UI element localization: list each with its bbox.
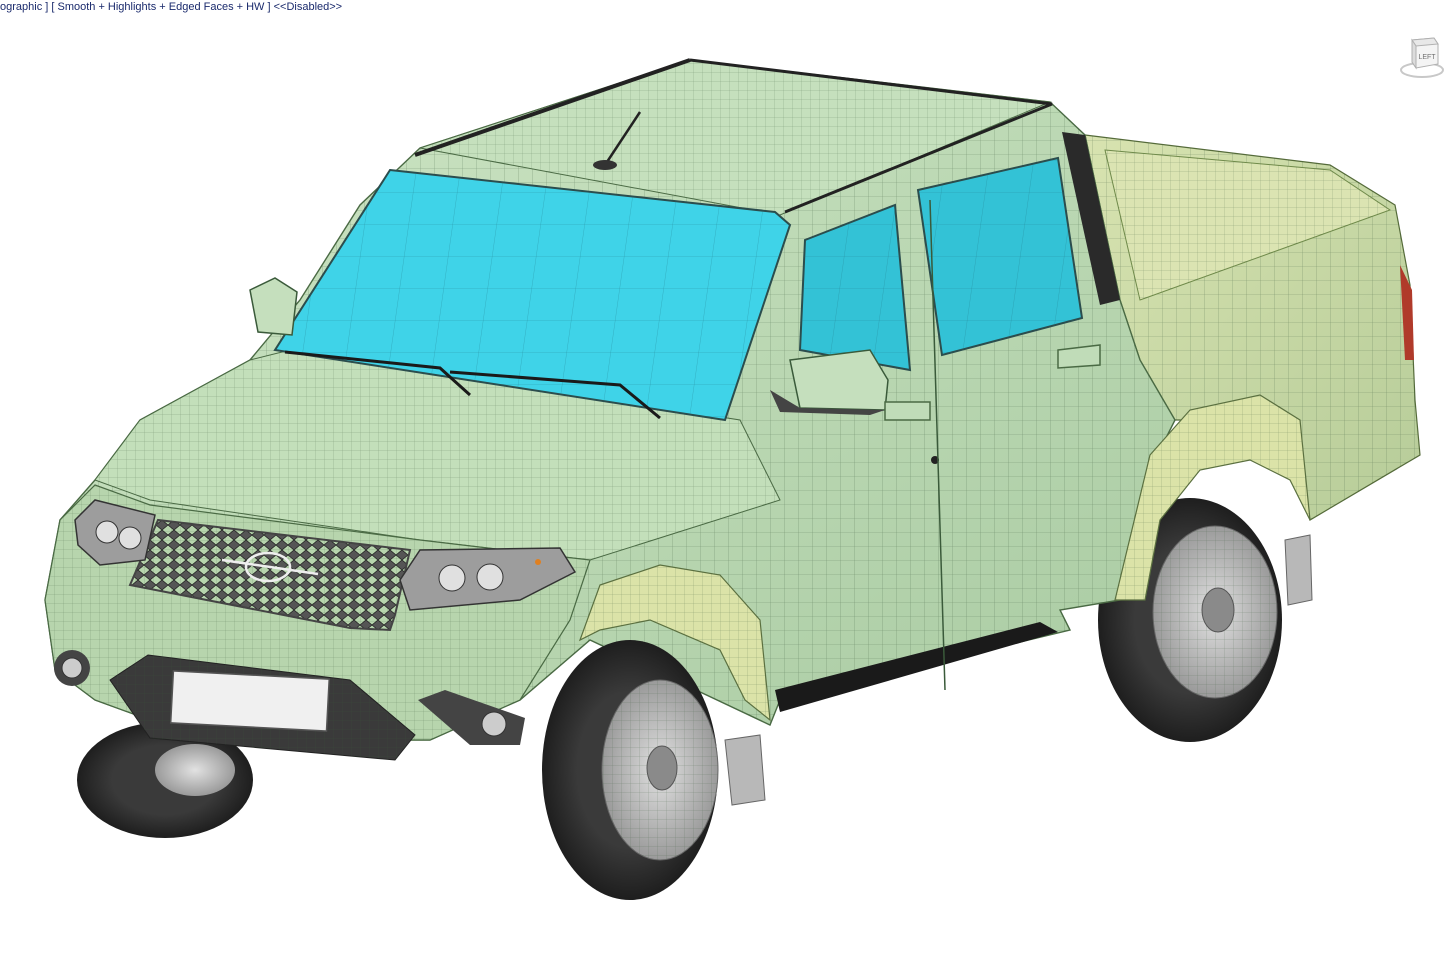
license-plate (169, 670, 330, 732)
side-mirror-left (249, 277, 298, 336)
front-wheel-near (542, 640, 719, 900)
mudflap-rear (1284, 534, 1313, 606)
mudflap-front (724, 734, 766, 806)
pickup-truck-model[interactable] (0, 0, 1448, 953)
3d-viewport[interactable]: ographic ] [ Smooth + Highlights + Edged… (0, 0, 1448, 953)
fog-light-left (54, 650, 90, 686)
